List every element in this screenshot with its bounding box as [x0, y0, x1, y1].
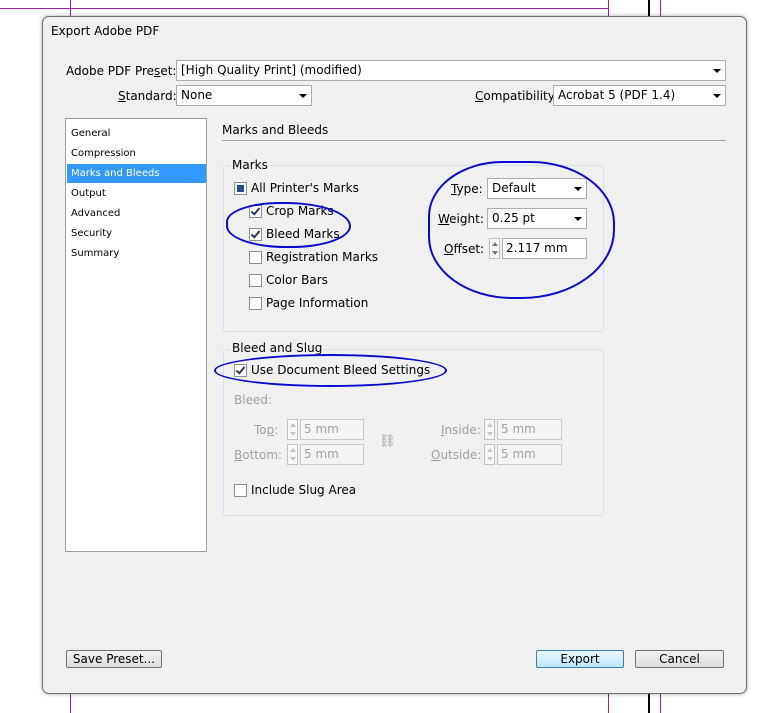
compatibility-value: Acrobat 5 (PDF 1.4) — [558, 88, 676, 102]
heading-divider — [222, 140, 726, 141]
nav-item-label: Marks and Bleeds — [71, 168, 160, 179]
compatibility-label: Compatibility: — [475, 89, 559, 103]
arrow-up-icon — [290, 448, 296, 452]
panel-heading: Marks and Bleeds — [222, 123, 329, 137]
include-slug-label: Include Slug Area — [251, 483, 357, 497]
preset-dropdown[interactable]: [High Quality Print] (modified) — [176, 60, 726, 81]
nav-item-marks-and-bleeds[interactable]: Marks and Bleeds — [67, 164, 206, 183]
nav-item-label: General — [71, 128, 111, 139]
save-preset-button[interactable]: Save Preset... — [66, 650, 162, 668]
inside-label: Inside: — [441, 423, 481, 437]
bleed-label: Bleed: — [234, 393, 272, 407]
preset-label: Adobe PDF Preset: — [66, 64, 177, 78]
inside-input[interactable]: 5 mm — [497, 419, 562, 440]
all-printers-marks-checkbox[interactable] — [234, 182, 247, 195]
nav-item-label: Compression — [71, 148, 136, 159]
arrow-down-icon — [487, 432, 493, 436]
outside-stepper[interactable] — [484, 444, 495, 465]
chevron-down-icon — [713, 94, 721, 98]
arrow-down-icon — [290, 432, 296, 436]
nav-item-label: Summary — [71, 248, 120, 259]
nav-item-advanced[interactable]: Advanced — [67, 204, 206, 223]
nav-item-summary[interactable]: Summary — [67, 244, 206, 263]
outside-input[interactable]: 5 mm — [497, 444, 562, 465]
indeterminate-mark-icon — [237, 185, 244, 192]
standard-value: None — [181, 88, 213, 102]
nav-item-output[interactable]: Output — [67, 184, 206, 203]
chevron-down-icon — [299, 94, 307, 98]
guide-line — [0, 8, 608, 9]
all-printers-marks-label: All Printer's Marks — [251, 181, 359, 195]
chain-link-icon[interactable]: ⛓ — [379, 434, 396, 449]
compatibility-dropdown[interactable]: Acrobat 5 (PDF 1.4) — [553, 85, 726, 106]
top-stepper[interactable] — [287, 419, 298, 440]
bottom-stepper[interactable] — [287, 444, 298, 465]
color-bars-checkbox[interactable] — [249, 274, 262, 287]
standard-dropdown[interactable]: None — [176, 85, 312, 106]
chevron-down-icon — [713, 69, 721, 73]
arrow-up-icon — [487, 423, 493, 427]
dialog-title: Export Adobe PDF — [51, 24, 160, 38]
bottom-label: Bottom: — [234, 448, 283, 462]
category-list: General Compression Marks and Bleeds Out… — [65, 118, 207, 552]
arrow-up-icon — [290, 423, 296, 427]
arrow-up-icon — [487, 448, 493, 452]
nav-item-compression[interactable]: Compression — [67, 144, 206, 163]
top-label: Top: — [254, 423, 279, 437]
standard-label: Standard: — [118, 89, 177, 103]
nav-item-label: Advanced — [71, 208, 121, 219]
annotation-circle — [226, 202, 351, 248]
preset-value: [High Quality Print] (modified) — [181, 63, 362, 77]
export-button[interactable]: Export — [536, 650, 624, 668]
registration-marks-checkbox[interactable] — [249, 251, 262, 264]
nav-item-security[interactable]: Security — [67, 224, 206, 243]
cancel-button[interactable]: Cancel — [635, 650, 724, 668]
bottom-input[interactable]: 5 mm — [300, 444, 364, 465]
outside-label: Outside: — [431, 448, 482, 462]
registration-marks-label: Registration Marks — [266, 250, 379, 264]
inside-stepper[interactable] — [484, 419, 495, 440]
annotation-circle — [428, 161, 615, 299]
export-pdf-dialog: Export Adobe PDF Adobe PDF Preset: [High… — [42, 16, 747, 694]
arrow-down-icon — [290, 457, 296, 461]
annotation-circle — [214, 354, 447, 387]
page-information-checkbox[interactable] — [249, 297, 262, 310]
marks-legend: Marks — [230, 158, 270, 172]
top-input[interactable]: 5 mm — [300, 419, 364, 440]
nav-item-label: Security — [71, 228, 113, 239]
color-bars-label: Color Bars — [266, 273, 328, 287]
include-slug-checkbox[interactable] — [234, 484, 247, 497]
bleed-slug-legend: Bleed and Slug — [230, 341, 325, 355]
page-information-label: Page Information — [266, 296, 369, 310]
nav-item-general[interactable]: General — [67, 124, 206, 143]
nav-item-label: Output — [71, 188, 106, 199]
arrow-down-icon — [487, 457, 493, 461]
